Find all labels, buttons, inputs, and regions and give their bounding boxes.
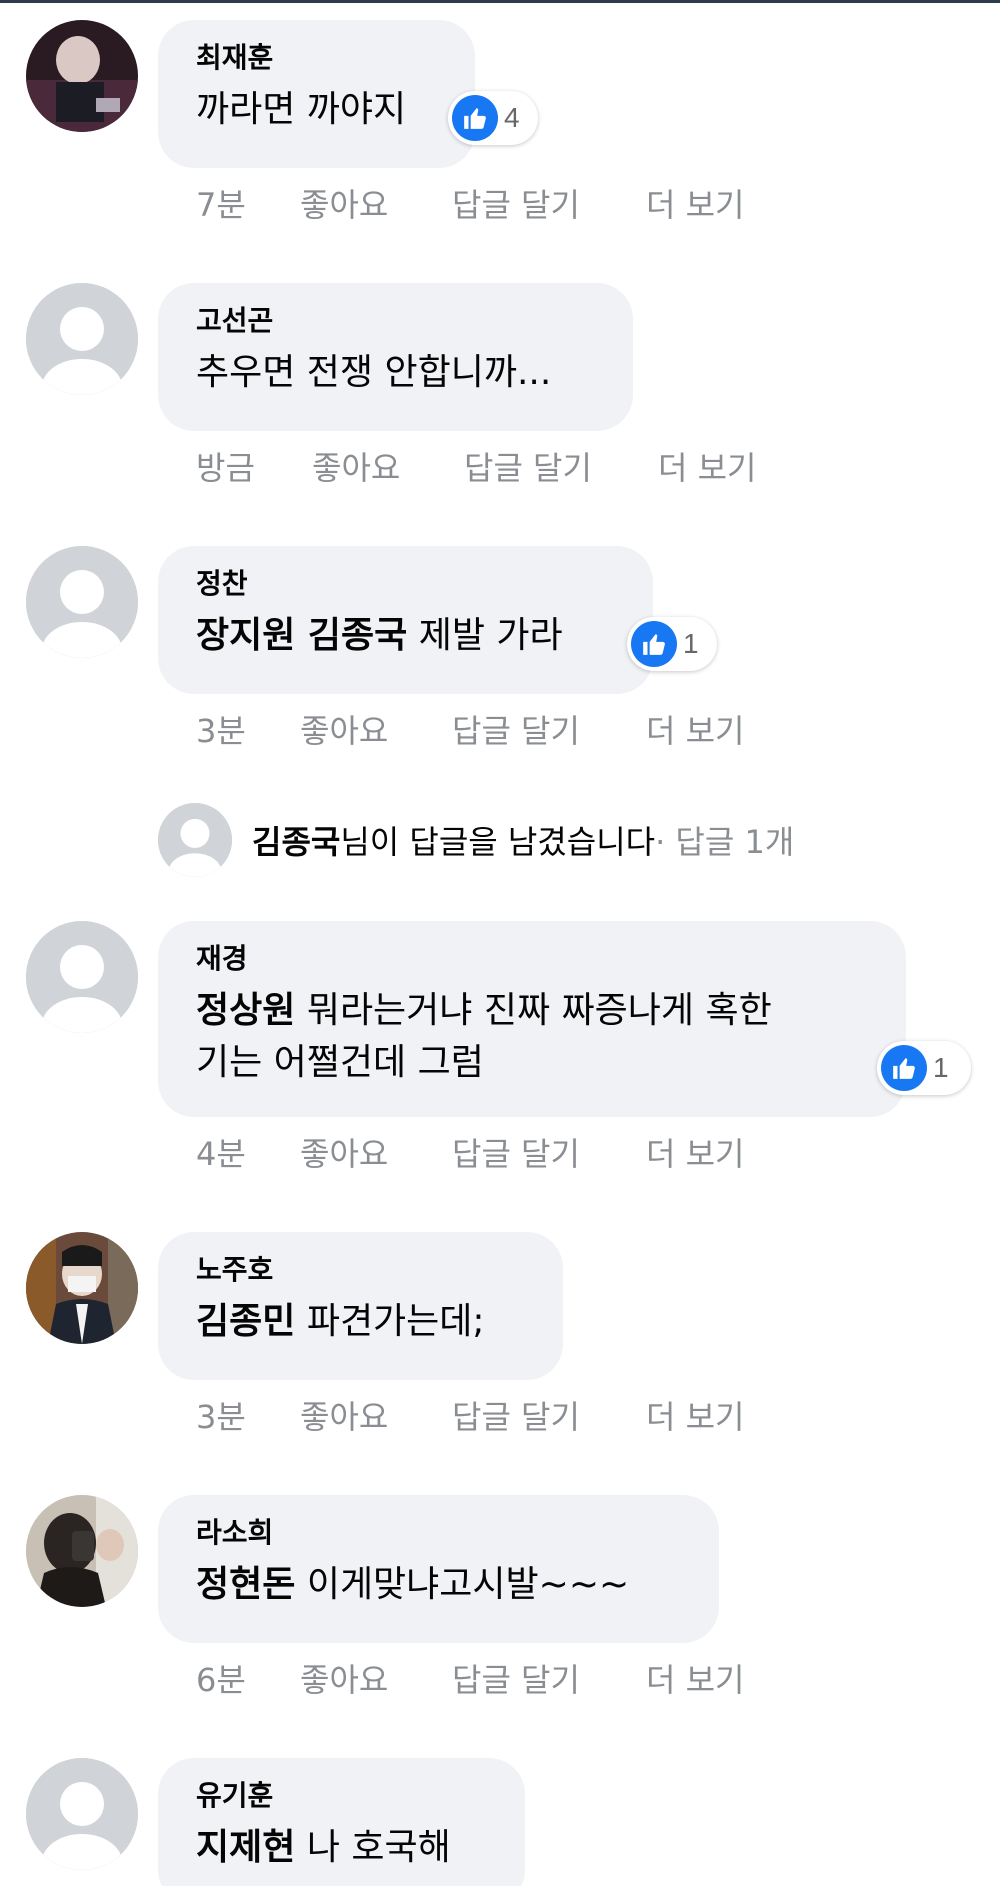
reply-button[interactable]: 답글 달기 <box>452 1129 646 1175</box>
more-button[interactable]: 더 보기 <box>646 180 745 226</box>
thumbs-up-icon <box>881 1045 927 1091</box>
comment-bubble: 노주호 김종민 파견가는데; <box>158 1232 563 1380</box>
comment-body: 까라면 까야지 <box>196 89 407 130</box>
comment-actions: 3분 좋아요 답글 달기 더 보기 <box>196 706 745 752</box>
comment-bubble: 최재훈 까라면 까야지 <box>158 20 475 168</box>
like-count: 1 <box>933 1052 949 1083</box>
comment-time[interactable]: 7분 <box>196 180 300 226</box>
comment-bubble: 라소희 정현돈 이게맞냐고시발~~~ <box>158 1495 719 1643</box>
comment-author[interactable]: 라소희 <box>196 1515 681 1551</box>
reaction-badge[interactable]: 4 <box>448 91 538 145</box>
comment-mention[interactable]: 정상원 <box>196 990 295 1031</box>
comment-author[interactable]: 고선곤 <box>196 303 595 339</box>
reaction-badge[interactable]: 1 <box>877 1041 971 1095</box>
like-button[interactable]: 좋아요 <box>300 1129 452 1175</box>
reply-author: 김종국 <box>252 823 341 861</box>
default-profile-icon <box>26 1758 138 1870</box>
reply-button[interactable]: 답글 달기 <box>452 1392 646 1438</box>
comment-body: 제발 가라 <box>407 615 563 656</box>
comment-bubble: 정찬 장지원 김종국 제발 가라 <box>158 546 653 694</box>
comment-time[interactable]: 6분 <box>196 1655 300 1701</box>
reply-button[interactable]: 답글 달기 <box>452 180 646 226</box>
comment-text: 정현돈 이게맞냐고시발~~~ <box>196 1559 681 1611</box>
like-count: 4 <box>504 102 520 133</box>
comment-bubble: 고선곤 추우면 전쟁 안합니까... <box>158 283 633 431</box>
more-button[interactable]: 더 보기 <box>658 443 757 489</box>
comment-mention[interactable]: 지제현 <box>196 1827 295 1868</box>
avatar[interactable] <box>26 1495 138 1607</box>
comment-text: 추우면 전쟁 안합니까... <box>196 347 595 399</box>
avatar <box>158 803 232 877</box>
like-count: 1 <box>683 628 699 659</box>
comment-author[interactable]: 노주호 <box>196 1252 525 1288</box>
like-button[interactable]: 좋아요 <box>312 443 464 489</box>
comment-body: 나 호국해 <box>295 1827 451 1868</box>
reply-summary[interactable]: 김종국 님이 답글을 남겼습니다 · 답글 1개 <box>158 802 794 878</box>
avatar[interactable] <box>26 921 138 1033</box>
avatar[interactable] <box>26 1758 138 1870</box>
like-button[interactable]: 좋아요 <box>300 706 452 752</box>
more-button[interactable]: 더 보기 <box>646 706 745 752</box>
default-profile-icon <box>26 546 138 658</box>
comment-author[interactable]: 최재훈 <box>196 40 437 76</box>
like-button[interactable]: 좋아요 <box>300 1655 452 1701</box>
comment-author[interactable]: 정찬 <box>196 566 615 602</box>
reply-message: 님이 답글을 남겼습니다 <box>340 823 656 861</box>
comment-actions: 6분 좋아요 답글 달기 더 보기 <box>196 1655 745 1701</box>
comment-text: 김종민 파견가는데; <box>196 1296 525 1348</box>
comment-text: 장지원 김종국 제발 가라 <box>196 610 615 662</box>
comment-time[interactable]: 방금 <box>196 443 312 489</box>
reply-button[interactable]: 답글 달기 <box>464 443 658 489</box>
thumbs-up-icon <box>631 621 677 667</box>
comment-actions: 4분 좋아요 답글 달기 더 보기 <box>196 1129 745 1175</box>
comment-actions: 방금 좋아요 답글 달기 더 보기 <box>196 443 757 489</box>
top-divider <box>0 0 1000 3</box>
comment-text: 정상원 뭐라는거냐 진짜 짜증나게 혹한 <box>196 985 868 1037</box>
comment-text: 까라면 까야지 <box>196 84 437 136</box>
like-button[interactable]: 좋아요 <box>300 180 452 226</box>
comment-time[interactable]: 3분 <box>196 1392 300 1438</box>
profile-photo-icon <box>26 1232 138 1344</box>
comment-text: 지제현 나 호국해 <box>196 1822 487 1874</box>
comment-bubble: 재경 정상원 뭐라는거냐 진짜 짜증나게 혹한 기는 어쩔건데 그럼 <box>158 921 906 1117</box>
comment-text-line-2: 기는 어쩔건데 그럼 <box>196 1042 484 1083</box>
thumbs-up-icon <box>452 95 498 141</box>
like-button[interactable]: 좋아요 <box>300 1392 452 1438</box>
reply-button[interactable]: 답글 달기 <box>452 1655 646 1701</box>
comment-mention[interactable]: 김종민 <box>196 1301 295 1342</box>
profile-photo-icon <box>26 20 138 132</box>
comment-actions: 3분 좋아요 답글 달기 더 보기 <box>196 1392 745 1438</box>
reply-count: · 답글 1개 <box>655 823 795 861</box>
reply-button[interactable]: 답글 달기 <box>452 706 646 752</box>
comment-author[interactable]: 재경 <box>196 941 868 977</box>
comment-actions: 7분 좋아요 답글 달기 더 보기 <box>196 180 745 226</box>
reaction-badge[interactable]: 1 <box>627 617 717 671</box>
comment-author[interactable]: 유기훈 <box>196 1778 487 1814</box>
profile-photo-icon <box>26 1495 138 1607</box>
comment-body: 추우면 전쟁 안합니까... <box>196 352 552 393</box>
comment-bubble: 유기훈 지제현 나 호국해 <box>158 1758 525 1886</box>
avatar[interactable] <box>26 1232 138 1344</box>
comment-body: 파견가는데; <box>295 1301 485 1342</box>
avatar[interactable] <box>26 546 138 658</box>
more-button[interactable]: 더 보기 <box>646 1392 745 1438</box>
avatar[interactable] <box>26 20 138 132</box>
comment-body: 이게맞냐고시발~~~ <box>295 1564 630 1605</box>
default-profile-icon <box>26 921 138 1033</box>
comment-mention[interactable]: 정현돈 <box>196 1564 295 1605</box>
more-button[interactable]: 더 보기 <box>646 1129 745 1175</box>
comment-time[interactable]: 4분 <box>196 1129 300 1175</box>
avatar[interactable] <box>26 283 138 395</box>
more-button[interactable]: 더 보기 <box>646 1655 745 1701</box>
comment-time[interactable]: 3분 <box>196 706 300 752</box>
comment-mention[interactable]: 장지원 김종국 <box>196 615 407 656</box>
default-profile-icon <box>158 803 232 877</box>
comment-body: 뭐라는거냐 진짜 짜증나게 혹한 <box>295 990 772 1031</box>
default-profile-icon <box>26 283 138 395</box>
